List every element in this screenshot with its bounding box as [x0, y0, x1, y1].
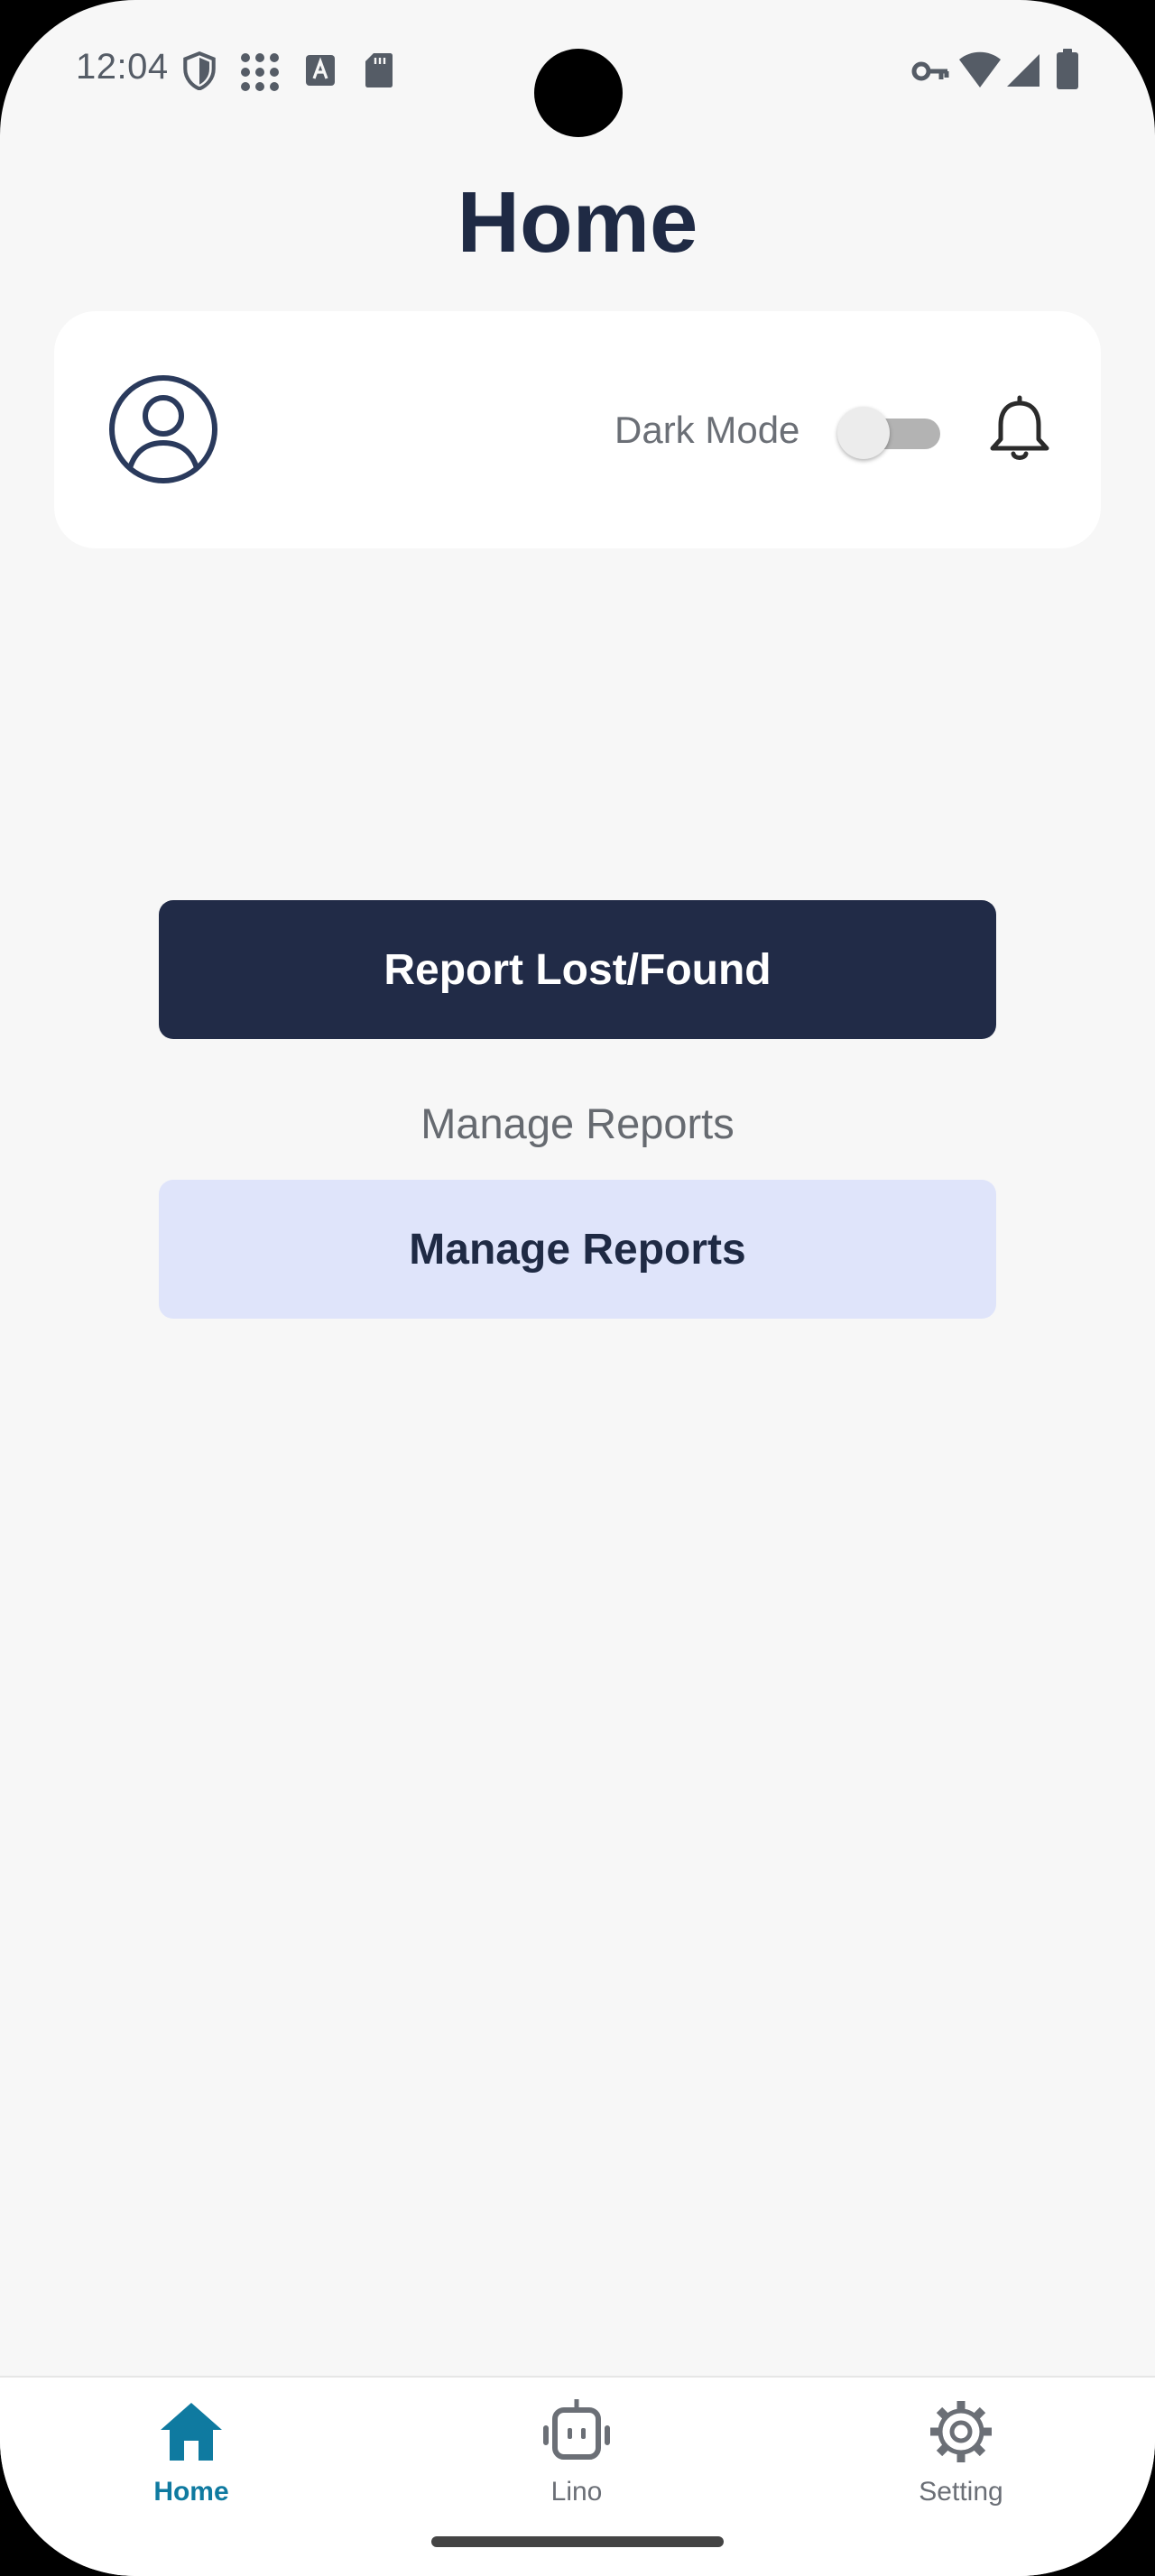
app-screen: 12:04 Home Dark Mode Report Lost/Found M…	[0, 0, 1155, 2576]
report-lost-found-button[interactable]: Report Lost/Found	[159, 900, 996, 1039]
battery-icon	[1057, 49, 1078, 89]
status-time: 12:04	[76, 47, 169, 87]
sd-card-icon	[365, 53, 393, 87]
dark-mode-toggle[interactable]	[837, 406, 955, 460]
bell-icon[interactable]	[984, 392, 1056, 465]
page-title: Home	[457, 174, 698, 271]
apps-grid-icon	[241, 53, 279, 91]
nav-label-home: Home	[153, 2477, 229, 2507]
nav-item-setting[interactable]: Setting	[853, 2396, 1069, 2540]
shield-icon	[183, 51, 216, 90]
gear-icon	[930, 2401, 992, 2462]
vpn-key-icon	[911, 61, 949, 81]
nav-label-lino: Lino	[550, 2477, 603, 2507]
nav-label-setting: Setting	[919, 2477, 1003, 2507]
robot-icon	[543, 2399, 610, 2460]
status-bar: 12:04	[0, 0, 1155, 137]
profile-card: Dark Mode	[54, 311, 1101, 548]
home-icon	[161, 2403, 222, 2461]
font-a-icon	[306, 55, 335, 86]
wifi-icon	[959, 51, 1001, 87]
front-camera	[534, 49, 623, 137]
manage-reports-button[interactable]: Manage Reports	[159, 1180, 996, 1319]
home-indicator[interactable]	[431, 2536, 724, 2547]
nav-item-home[interactable]: Home	[83, 2396, 300, 2540]
manage-reports-label: Manage Reports	[420, 1099, 735, 1147]
dark-mode-label: Dark Mode	[614, 409, 800, 451]
toggle-thumb	[837, 407, 890, 459]
account-circle-icon[interactable]	[108, 374, 218, 484]
signal-icon	[1007, 54, 1040, 87]
nav-item-lino[interactable]: Lino	[468, 2396, 685, 2540]
